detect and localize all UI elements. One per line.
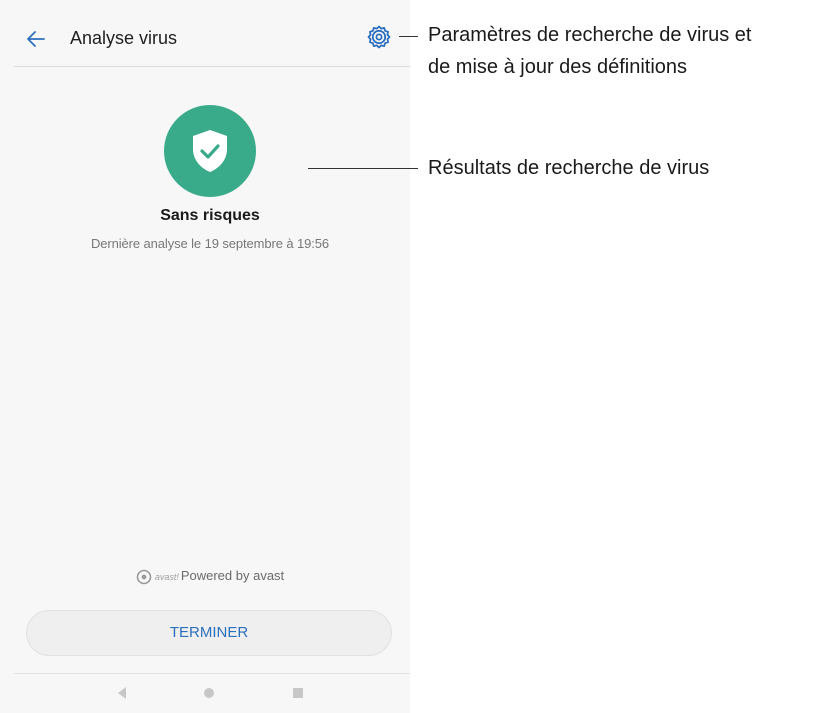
shield-check-icon (193, 130, 227, 172)
navbar-divider (14, 673, 410, 674)
last-scan-time: Dernière analyse le 19 septembre à 19:56 (90, 236, 330, 251)
page-title: Analyse virus (70, 28, 178, 48)
app-bar-divider (14, 66, 410, 67)
arrow-left-icon[interactable] (24, 26, 50, 52)
system-navbar (0, 676, 410, 713)
avast-brand: avast! (154, 571, 179, 582)
finish-button[interactable]: TERMINER (26, 610, 392, 656)
settings-callout-line (399, 36, 418, 37)
powered-by: avast! Powered by avast (0, 568, 420, 585)
app-bar: Analyse virus (0, 14, 410, 64)
triangle-back-icon[interactable] (117, 686, 127, 700)
square-recent-icon[interactable] (293, 688, 303, 698)
phone-screen: Analyse virus Sans risques Dernière anal… (0, 0, 410, 713)
results-callout-text: Résultats de recherche de virus (428, 157, 710, 179)
results-callout-line (308, 168, 418, 169)
scan-result-badge (164, 105, 256, 197)
scan-status: Sans risques (160, 207, 260, 224)
gear-icon[interactable] (366, 24, 392, 50)
circle-home-icon[interactable] (204, 688, 214, 698)
settings-callout-line2: de mise à jour des définitions (428, 56, 688, 78)
avast-logo-icon (136, 569, 152, 584)
settings-callout-line1: Paramètres de recherche de virus et (428, 24, 752, 46)
powered-by-text: Powered by avast (180, 568, 285, 583)
